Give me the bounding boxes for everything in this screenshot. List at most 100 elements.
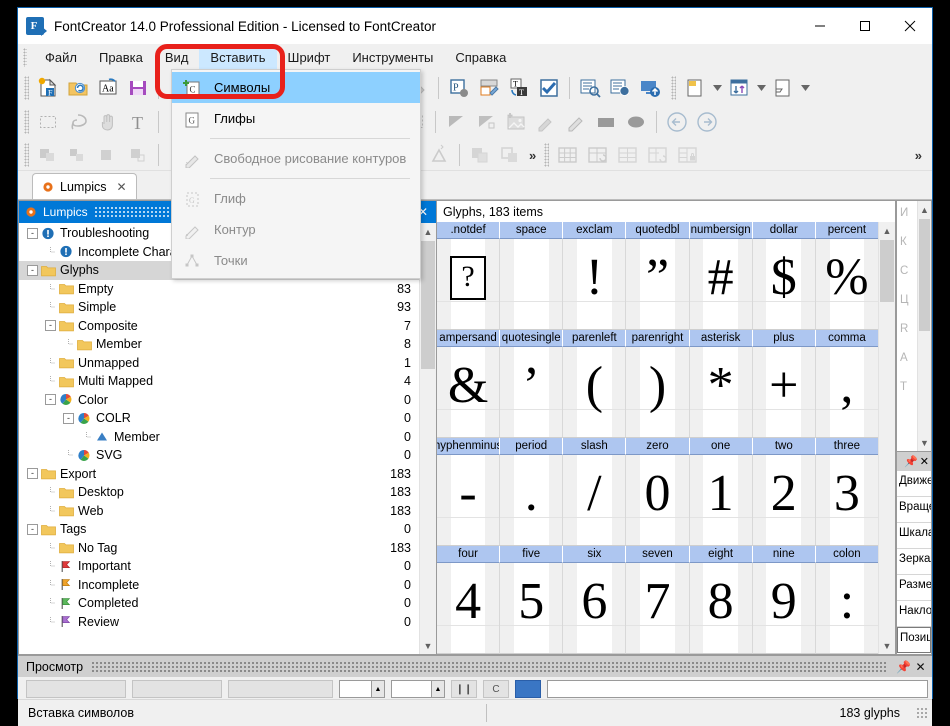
tree-expander-icon[interactable]: -	[27, 523, 38, 535]
glyph-info-row[interactable]: R	[897, 323, 917, 352]
sort-icon[interactable]	[724, 73, 754, 103]
glyph-name-header[interactable]: three	[815, 438, 878, 455]
tree-expander-icon[interactable]: -	[45, 320, 56, 332]
tree-item-important[interactable]: Important 0	[19, 557, 419, 576]
new-document-dropdown-icon[interactable]	[710, 73, 724, 103]
toolbar-grip[interactable]	[24, 143, 29, 167]
glyph-info-row[interactable]: К	[897, 236, 917, 265]
glyph-name-header[interactable]: five	[500, 546, 564, 563]
table-lock-icon[interactable]	[673, 140, 703, 170]
glyph-cell[interactable]: 5	[500, 563, 564, 654]
tree-item-web[interactable]: Web 183	[19, 502, 419, 521]
font-properties-icon[interactable]: Aa	[93, 73, 123, 103]
pencil-icon[interactable]	[561, 107, 591, 137]
tree-scrollbar[interactable]: ▲ ▼	[419, 223, 436, 654]
glyph-name-header[interactable]: .notdef	[437, 222, 501, 239]
close-icon[interactable]: ✕	[920, 455, 929, 468]
tree-item-empty[interactable]: Empty 83	[19, 280, 419, 299]
spinner-up-icon[interactable]: ▲	[431, 681, 444, 697]
scroll-down-icon[interactable]: ▼	[420, 637, 436, 654]
glyph-cell[interactable]: %	[815, 239, 878, 330]
glyph-name-header[interactable]: slash	[563, 438, 627, 455]
tree-expander-icon[interactable]: -	[63, 412, 74, 424]
glyph-cell[interactable]: *	[689, 347, 753, 438]
resize-grip[interactable]	[916, 707, 928, 719]
glyph-cell[interactable]: ,	[815, 347, 878, 438]
glyph-name-header[interactable]: asterisk	[689, 330, 753, 347]
tree-item-color[interactable]: - Color 0	[19, 391, 419, 410]
glyph-name-header[interactable]: nine	[752, 546, 816, 563]
glyph-name-header[interactable]: parenright	[626, 330, 690, 347]
transform-field-размер[interactable]: Размер	[897, 575, 931, 601]
glyph-cell[interactable]: )	[626, 347, 690, 438]
preview-highlight-button[interactable]	[515, 680, 541, 698]
autotrace-icon[interactable]	[531, 107, 561, 137]
tree-item-composite[interactable]: - Composite 7	[19, 317, 419, 336]
open-font-icon[interactable]	[63, 73, 93, 103]
sort-dropdown-icon[interactable]	[754, 73, 768, 103]
insert-table-icon[interactable]	[553, 140, 583, 170]
glyph-cell[interactable]: +	[752, 347, 816, 438]
preview-pause-button[interactable]: ❙❙	[451, 680, 477, 698]
glyph-name-header[interactable]: dollar	[752, 222, 816, 239]
glyph-info-row[interactable]: И	[897, 207, 917, 236]
install-font-icon[interactable]	[635, 73, 665, 103]
scroll-thumb[interactable]	[880, 240, 894, 302]
glyph-cell[interactable]: ’	[500, 347, 564, 438]
glyph-name-header[interactable]: quotesingle	[500, 330, 564, 347]
tree-expander-icon[interactable]: -	[45, 394, 56, 406]
toolbar-grip[interactable]	[24, 110, 29, 134]
pin-icon[interactable]: 📌	[904, 455, 918, 468]
scroll-thumb[interactable]	[421, 241, 435, 369]
preview-sample-text-input[interactable]	[547, 680, 928, 698]
scroll-down-icon[interactable]: ▼	[879, 637, 895, 654]
preview-color-button[interactable]: C	[483, 680, 509, 698]
toolbar-overflow-left-icon[interactable]: »	[525, 148, 538, 163]
transform-field-наклон[interactable]: Наклон	[897, 601, 931, 627]
scroll-up-icon[interactable]: ▲	[918, 201, 931, 218]
glyph-cell[interactable]: ?	[437, 239, 501, 330]
glyph-name-header[interactable]: one	[689, 438, 753, 455]
rectangle-icon[interactable]	[591, 107, 621, 137]
union-icon[interactable]	[33, 140, 63, 170]
panel-drag-dots[interactable]	[91, 660, 887, 673]
glyph-info-scrollbar[interactable]: ▲ ▼	[917, 201, 931, 451]
glyph-cell[interactable]: &	[437, 347, 501, 438]
close-icon[interactable]: ✕	[912, 660, 929, 674]
tree-item-member[interactable]: Member 0	[19, 428, 419, 447]
minimize-button[interactable]	[797, 8, 842, 44]
navigate-forward-icon[interactable]	[692, 107, 722, 137]
new-font-icon[interactable]: F	[33, 73, 63, 103]
glyph-cell[interactable]: 1	[689, 455, 753, 546]
glyph-cell[interactable]: $	[752, 239, 816, 330]
new-document-icon[interactable]	[680, 73, 710, 103]
glyph-cell[interactable]: .	[500, 455, 564, 546]
glyph-name-header[interactable]: numbersign	[689, 222, 753, 239]
table-reset-icon[interactable]	[583, 140, 613, 170]
glyph-name-header[interactable]: parenleft	[563, 330, 627, 347]
glyph-name-header[interactable]: period	[500, 438, 564, 455]
preview-feature-combo[interactable]	[228, 680, 333, 698]
transform-field-шкала[interactable]: Шкала	[897, 523, 931, 549]
preview-tracking-spinner[interactable]: ▲	[391, 680, 445, 698]
glyph-cell[interactable]: (	[563, 347, 627, 438]
glyph-info-row[interactable]: A	[897, 352, 917, 381]
maximize-button[interactable]	[842, 8, 887, 44]
tree-item-completed[interactable]: Completed 0	[19, 594, 419, 613]
rotate-right-shape-icon[interactable]	[424, 140, 454, 170]
ellipse-icon[interactable]	[621, 107, 651, 137]
flip-outline-icon[interactable]	[471, 107, 501, 137]
glyph-name-header[interactable]: zero	[626, 438, 690, 455]
tree-item-member[interactable]: Member 8	[19, 335, 419, 354]
save-icon[interactable]	[123, 73, 153, 103]
glyph-info-row[interactable]: С	[897, 265, 917, 294]
glyph-cell[interactable]: /	[563, 455, 627, 546]
tree-expander-icon[interactable]: -	[27, 468, 38, 480]
glyph-cell[interactable]: 3	[815, 455, 878, 546]
tree-expander-icon[interactable]: -	[27, 264, 38, 276]
lasso-icon[interactable]	[63, 107, 93, 137]
glyph-cell[interactable]: 0	[626, 455, 690, 546]
tree-item-no-tag[interactable]: No Tag 183	[19, 539, 419, 558]
transform-field-движение[interactable]: Движение	[897, 471, 931, 497]
scroll-down-icon[interactable]: ▼	[918, 434, 931, 451]
